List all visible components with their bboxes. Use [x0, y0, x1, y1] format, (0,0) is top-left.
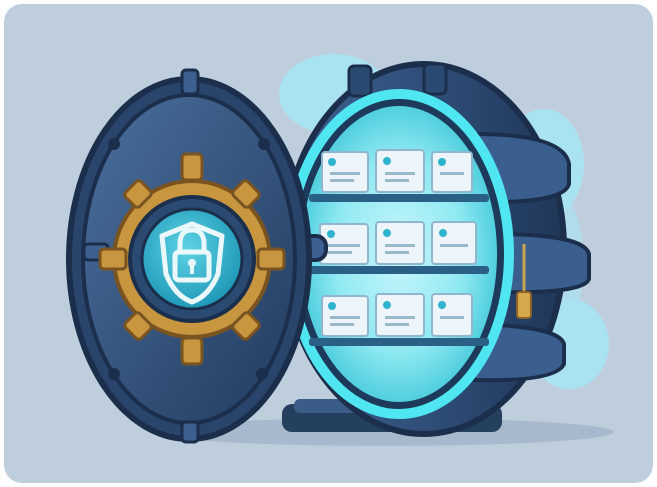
document-row-3 — [321, 293, 473, 337]
document-row-1 — [321, 149, 473, 193]
vault-door — [66, 68, 328, 444]
vault-illustration — [66, 54, 614, 446]
document-shelves — [309, 149, 489, 346]
padlock-shield-icon — [140, 207, 244, 311]
document-row-2 — [319, 221, 477, 265]
illustration-card — [4, 4, 653, 483]
